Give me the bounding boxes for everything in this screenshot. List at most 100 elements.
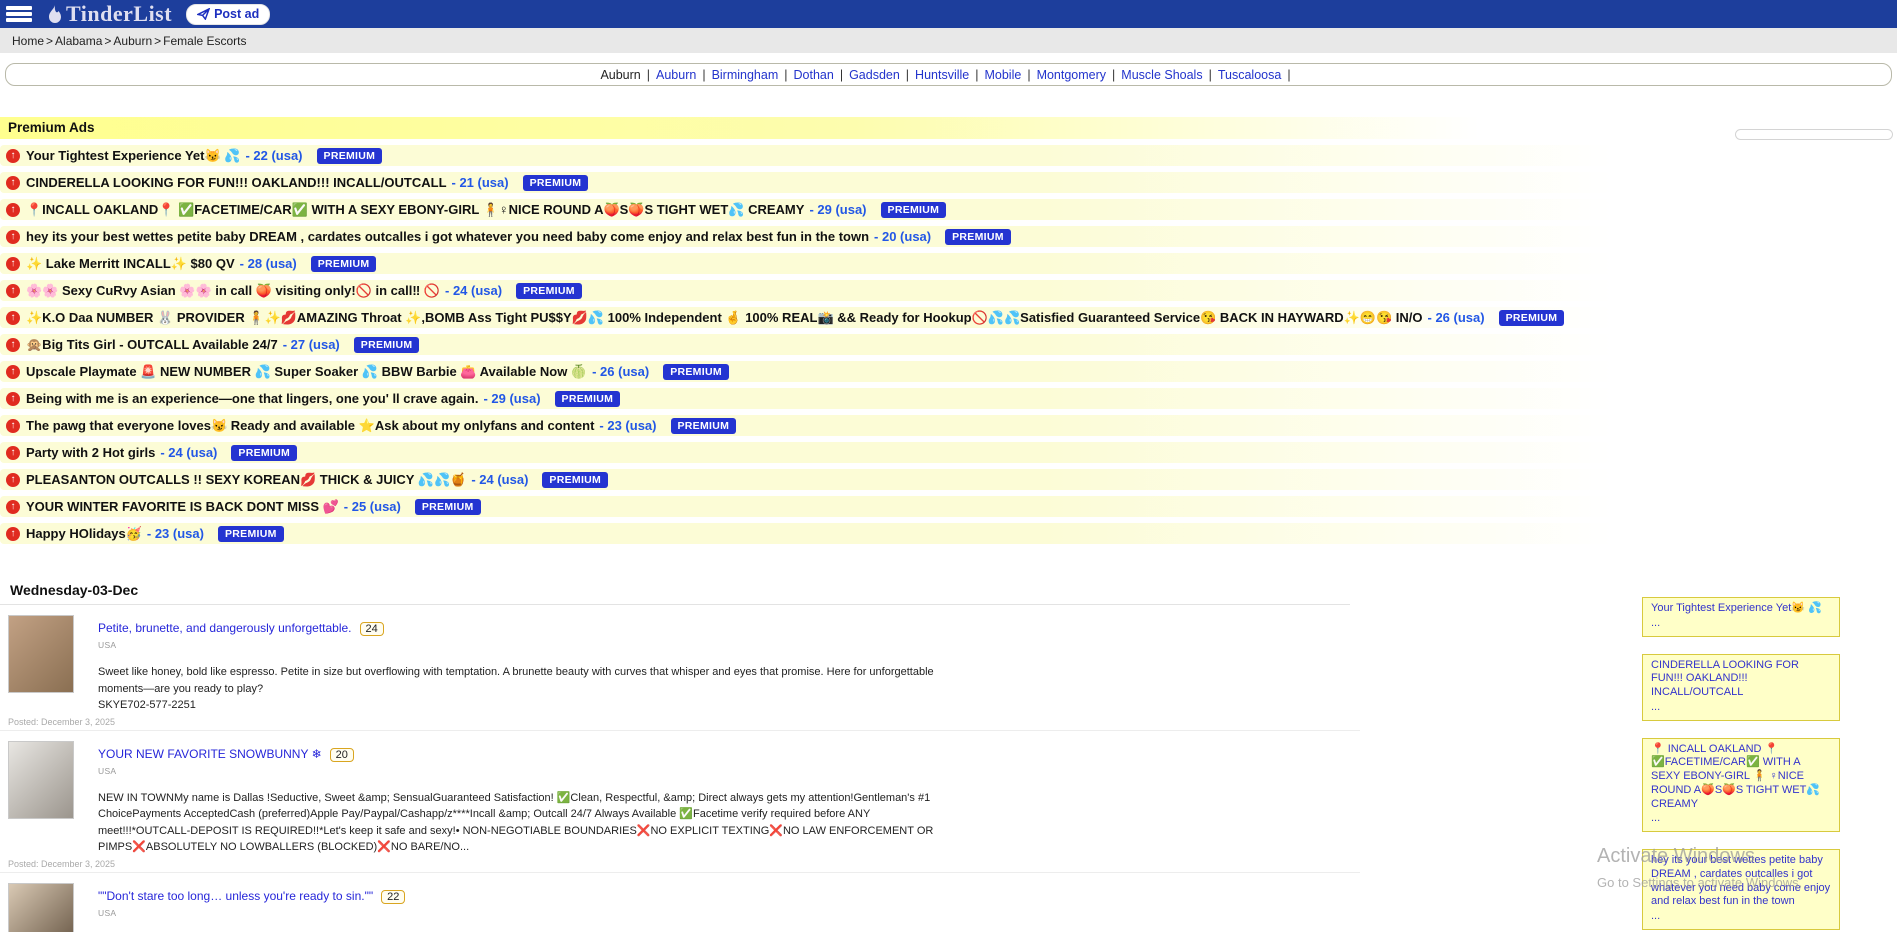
premium-ad-row[interactable]: ↑YOUR WINTER FAVORITE IS BACK DONT MISS … [0,496,1897,517]
city-link[interactable]: Birmingham [712,68,779,82]
premium-ad-title[interactable]: ✨ Lake Merritt INCALL✨ $80 QV [26,256,235,272]
listing-location: USA [98,640,958,650]
premium-ad-row[interactable]: ↑Being with me is an experience—one that… [0,388,1897,409]
premium-badge[interactable]: PREMIUM [218,526,284,542]
premium-badge[interactable]: PREMIUM [1499,310,1565,326]
premium-ad-title[interactable]: Being with me is an experience—one that … [26,391,478,406]
premium-ad-age: - 22 (usa) [245,148,302,163]
city-separator: | [702,68,705,82]
premium-badge[interactable]: PREMIUM [555,391,621,407]
sidebar-ad-title[interactable]: Your Tightest Experience Yet😼 💦 [1651,602,1831,616]
premium-badge[interactable]: PREMIUM [663,364,729,380]
premium-badge[interactable]: PREMIUM [317,148,383,164]
listing-thumbnail[interactable] [8,741,74,819]
listing-thumbnail[interactable] [8,615,74,693]
premium-ad-row[interactable]: ↑The pawg that everyone loves😼 Ready and… [0,415,1897,436]
sidebar-premium-box[interactable]: 📍 INCALL OAKLAND 📍 ✅FACETIME/CAR✅ WITH A… [1642,738,1840,833]
premium-ad-title[interactable]: Upscale Playmate 🚨 NEW NUMBER 💦 Super So… [26,364,587,380]
premium-ad-title[interactable]: ✨K.O Daa NUMBER 🐰 PROVIDER 🧍✨💋AMAZING Th… [26,310,1423,326]
city-link[interactable]: Tuscaloosa [1218,68,1281,82]
city-link-current: Auburn [600,68,640,82]
site-logo[interactable]: TinderList [46,1,172,27]
sidebar-ad-title[interactable]: 📍 INCALL OAKLAND 📍 ✅FACETIME/CAR✅ WITH A… [1651,743,1831,812]
premium-badge[interactable]: PREMIUM [231,445,297,461]
listing-thumbnail[interactable] [8,883,74,932]
premium-ad-title[interactable]: hey its your best wettes petite baby DRE… [26,229,869,244]
premium-badge[interactable]: PREMIUM [671,418,737,434]
premium-ad-row[interactable]: ↑🙊Big Tits Girl - OUTCALL Available 24/7… [0,334,1897,355]
premium-badge[interactable]: PREMIUM [523,175,589,191]
city-link[interactable]: Auburn [656,68,696,82]
city-separator: | [840,68,843,82]
premium-badge[interactable]: PREMIUM [311,256,377,272]
premium-badge[interactable]: PREMIUM [542,472,608,488]
premium-badge[interactable]: PREMIUM [415,499,481,515]
premium-ad-title[interactable]: Party with 2 Hot girls [26,445,155,460]
post-ad-button[interactable]: Post ad [186,4,270,25]
premium-badge[interactable]: PREMIUM [516,283,582,299]
premium-ad-row[interactable]: ↑ CINDERELLA LOOKING FOR FUN!!! OAKLAND!!… [0,172,1897,193]
sidebar-ad-title[interactable]: CINDERELLA LOOKING FOR FUN!!! OAKLAND!!!… [1651,659,1831,700]
city-link[interactable]: Gadsden [849,68,900,82]
city-separator: | [784,68,787,82]
age-badge: 22 [381,890,405,904]
premium-ad-row[interactable]: ↑✨ Lake Merritt INCALL✨ $80 QV- 28 (usa)… [0,253,1897,274]
premium-ad-title[interactable]: 📍INCALL OAKLAND📍 ✅FACETIME/CAR✅ WITH A S… [26,202,804,218]
breadcrumb-home[interactable]: Home [12,34,44,48]
premium-ads-header: Premium Ads [0,117,1897,139]
listing-location: USA [98,766,958,776]
up-arrow-icon: ↑ [6,257,20,271]
premium-ad-age: - 24 (usa) [160,445,217,460]
sidebar-ad-more: ... [1651,812,1831,826]
premium-badge[interactable]: PREMIUM [945,229,1011,245]
city-link[interactable]: Dothan [794,68,834,82]
premium-ad-row[interactable]: ↑Happy HOlidays🥳- 23 (usa)PREMIUM [0,523,1897,544]
premium-ad-row[interactable]: ↑ 📍INCALL OAKLAND📍 ✅FACETIME/CAR✅ WITH A … [0,199,1897,220]
city-separator: | [1027,68,1030,82]
premium-ad-title[interactable]: YOUR WINTER FAVORITE IS BACK DONT MISS 💕 [26,499,339,515]
listing-row: YOUR NEW FAVORITE SNOWBUNNY ❄20 USA NEW … [0,730,1360,872]
premium-ad-row[interactable]: ↑ Upscale Playmate 🚨 NEW NUMBER 💦 Super S… [0,361,1897,382]
breadcrumb-city[interactable]: Auburn [113,34,152,48]
city-separator: | [1209,68,1212,82]
city-link[interactable]: Montgomery [1037,68,1106,82]
city-link[interactable]: Mobile [984,68,1021,82]
listing-title-link[interactable]: YOUR NEW FAVORITE SNOWBUNNY ❄ [98,747,322,761]
up-arrow-icon: ↑ [6,365,20,379]
premium-ad-row[interactable]: ↑Party with 2 Hot girls- 24 (usa)PREMIUM [0,442,1897,463]
premium-badge[interactable]: PREMIUM [354,337,420,353]
premium-ad-row[interactable]: ↑hey its your best wettes petite baby DR… [0,226,1897,247]
listing-title-link[interactable]: Petite, brunette, and dangerously unforg… [98,621,352,635]
sidebar-premium-box[interactable]: Your Tightest Experience Yet😼 💦 ... [1642,597,1840,637]
date-header: Wednesday-03-Dec [0,578,1350,605]
sidebar-ad-title[interactable]: hey its your best wettes petite baby DRE… [1651,854,1831,909]
sidebar-premium-box[interactable]: hey its your best wettes petite baby DRE… [1642,849,1840,930]
menu-icon[interactable] [6,4,32,24]
premium-ad-row[interactable]: ↑Your Tightest Experience Yet😼 💦- 22 (us… [0,145,1897,166]
sidebar-premium-box[interactable]: CINDERELLA LOOKING FOR FUN!!! OAKLAND!!!… [1642,654,1840,721]
premium-ad-row[interactable]: ↑🌸🌸 Sexy CuRvy Asian 🌸🌸 in call 🍑 visiti… [0,280,1897,301]
premium-ad-title[interactable]: The pawg that everyone loves😼 Ready and … [26,418,594,434]
premium-badge[interactable]: PREMIUM [881,202,947,218]
breadcrumb-state[interactable]: Alabama [55,34,102,48]
breadcrumb-separator: > [46,34,53,48]
premium-ad-title[interactable]: 🌸🌸 Sexy CuRvy Asian 🌸🌸 in call 🍑 visitin… [26,283,440,299]
breadcrumb-category[interactable]: Female Escorts [163,34,246,48]
city-separator: | [975,68,978,82]
premium-ad-title[interactable]: Your Tightest Experience Yet😼 💦 [26,148,240,164]
premium-ad-age: - 26 (usa) [1428,310,1485,325]
premium-ad-title[interactable]: Happy HOlidays🥳 [26,526,142,542]
paper-plane-icon [197,8,210,20]
premium-ad-title[interactable]: 🙊Big Tits Girl - OUTCALL Available 24/7 [26,337,278,353]
premium-ad-row[interactable]: ↑✨K.O Daa NUMBER 🐰 PROVIDER 🧍✨💋AMAZING T… [0,307,1897,328]
city-link[interactable]: Huntsville [915,68,969,82]
premium-ad-title[interactable]: CINDERELLA LOOKING FOR FUN!!! OAKLAND!!!… [26,175,447,190]
listing-title-link[interactable]: ""Don't stare too long… unless you're re… [98,889,373,903]
city-separator: | [1287,68,1290,82]
premium-ad-row[interactable]: ↑PLEASANTON OUTCALLS !! SEXY KOREAN💋 THI… [0,469,1897,490]
up-arrow-icon: ↑ [6,203,20,217]
up-arrow-icon: ↑ [6,176,20,190]
city-link[interactable]: Muscle Shoals [1121,68,1202,82]
premium-ad-age: - 27 (usa) [283,337,340,352]
premium-ad-title[interactable]: PLEASANTON OUTCALLS !! SEXY KOREAN💋 THIC… [26,472,466,488]
